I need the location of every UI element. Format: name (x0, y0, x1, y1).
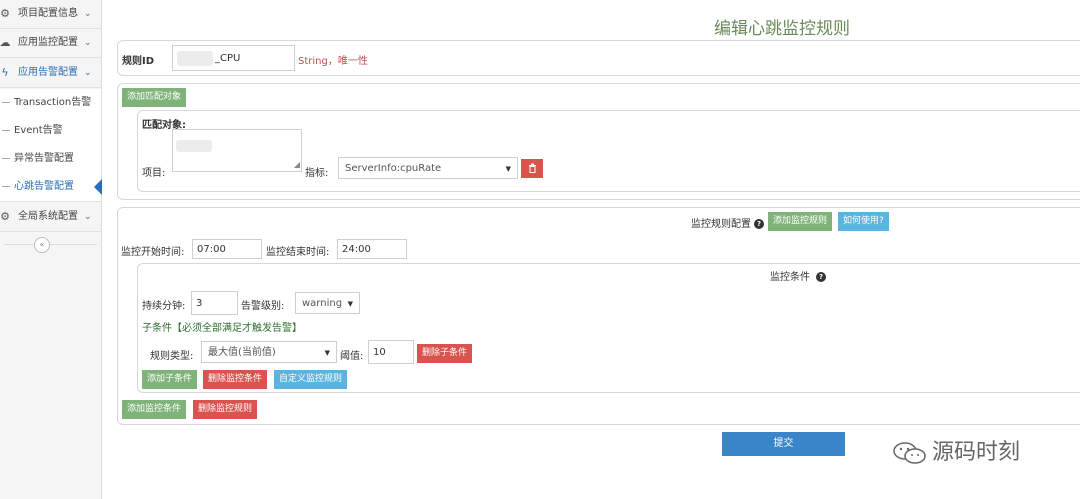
threshold-label: 阈值: (340, 351, 364, 362)
rule-id-label: 规则ID (122, 56, 155, 67)
sidebar-item-label: 全局系统配置 (18, 211, 78, 222)
delete-match-button[interactable] (521, 159, 543, 178)
monitor-config-label: 监控规则配置? (691, 215, 764, 230)
end-time-label: 监控结束时间: (266, 247, 330, 258)
delete-sub-condition-button[interactable]: 删除子条件 (417, 344, 473, 363)
alert-level-select[interactable]: warning ▼ (295, 292, 360, 314)
rule-type-select[interactable]: 最大值(当前值) ▼ (201, 341, 337, 363)
how-to-use-button[interactable]: 如何使用? (838, 212, 889, 231)
sidebar-subitem-label: Event告警 (14, 125, 63, 136)
help-icon[interactable]: ? (816, 272, 826, 282)
chevron-down-icon: ⌄ (84, 38, 92, 48)
sub-condition-label: 子条件【必须全部满足才触发告警】 (142, 323, 302, 334)
sidebar-subitem-label: 心跳告警配置 (14, 181, 74, 192)
rule-type-label: 规则类型: (150, 351, 194, 362)
monitor-condition-title: 监控条件? (770, 268, 826, 283)
sidebar-item-label: 应用监控配置 (18, 37, 78, 48)
sidebar-item-project-config[interactable]: ⚙ 项目配置信息 ⌄ (0, 0, 101, 29)
add-monitor-condition-button[interactable]: 添加监控条件 (122, 400, 187, 419)
metric-select[interactable]: ServerInfo:cpuRate ▼ (338, 157, 518, 179)
delete-monitor-rule-button[interactable]: 删除监控规则 (193, 400, 258, 419)
duration-label: 持续分钟: (142, 301, 186, 312)
cloud-icon: ☁ (0, 36, 11, 49)
rule-id-panel: 规则ID _CPU String，唯一性 (117, 40, 1080, 76)
sidebar-subitem-exception-alert[interactable]: 异常告警配置 (0, 145, 101, 174)
end-time-input[interactable]: 24:00 (337, 239, 407, 259)
submit-button[interactable]: 提交 (722, 432, 845, 456)
metric-label: 指标: (305, 168, 329, 179)
alert-level-label: 告警级别: (241, 301, 285, 312)
rule-id-input[interactable]: _CPU (172, 45, 295, 71)
sidebar-item-label: 项目配置信息 (18, 8, 78, 19)
match-object-box: 匹配对象: 项目: ◢ 指标: ServerInfo:cpuRate ▼ (137, 110, 1080, 192)
divider (4, 244, 97, 245)
chevron-down-icon: ▼ (347, 300, 353, 308)
chevron-down-icon: ⌄ (84, 68, 92, 78)
sidebar-subitem-label: 异常告警配置 (14, 153, 74, 164)
chevron-down-icon: ▼ (324, 349, 330, 357)
sidebar-subitem-event-alert[interactable]: Event告警 (0, 117, 101, 146)
active-marker (94, 179, 102, 195)
sidebar: ⚙ 项目配置信息 ⌄ ☁ 应用监控配置 ⌄ ϟ 应用告警配置 ⌄ Transac… (0, 0, 102, 499)
monitor-condition-box: 监控条件? 持续分钟: 3 告警级别: warning ▼ 子条件【必须全部满足… (137, 263, 1080, 393)
project-label: 项目: (142, 168, 166, 179)
gears-icon: ⚙ (0, 7, 10, 20)
custom-monitor-rule-button[interactable]: 自定义监控规则 (274, 370, 348, 389)
monitor-rule-panel: 监控规则配置? 添加监控规则 如何使用? 监控开始时间: 07:00 监控结束时… (117, 207, 1080, 425)
project-textarea[interactable]: ◢ (172, 129, 302, 172)
add-match-button[interactable]: 添加匹配对象 (122, 88, 187, 107)
add-sub-condition-button[interactable]: 添加子条件 (142, 370, 198, 389)
threshold-input[interactable]: 10 (368, 340, 414, 364)
trash-icon (528, 163, 536, 173)
chevron-down-icon: ⌄ (84, 212, 92, 222)
bolt-icon: ϟ (1, 66, 9, 79)
match-panel: 添加匹配对象 匹配对象: 项目: ◢ 指标: ServerInfo:cpuRat… (117, 83, 1080, 200)
rule-id-value: _CPU (215, 53, 241, 64)
help-icon[interactable]: ? (754, 219, 764, 229)
add-monitor-rule-button[interactable]: 添加监控规则 (768, 212, 833, 231)
sidebar-subitem-transaction-alert[interactable]: Transaction告警 (0, 89, 101, 118)
chevron-down-icon: ▼ (505, 165, 511, 173)
sidebar-subitem-heartbeat-alert[interactable]: 心跳告警配置 (0, 173, 102, 202)
gear-icon: ⚙ (0, 210, 10, 223)
wechat-icon (893, 442, 926, 464)
duration-input[interactable]: 3 (191, 291, 238, 315)
metric-select-value: ServerInfo:cpuRate (345, 163, 442, 174)
sidebar-subitem-label: Transaction告警 (14, 97, 92, 108)
chevron-down-icon: ⌄ (84, 9, 92, 19)
alert-level-value: warning (302, 298, 343, 309)
sidebar-item-app-alert[interactable]: ϟ 应用告警配置 ⌄ (0, 59, 101, 88)
page-title: 编辑心跳监控规则 (714, 19, 850, 39)
sidebar-item-label: 应用告警配置 (18, 67, 78, 78)
rule-id-hint: String，唯一性 (298, 56, 368, 67)
sidebar-item-app-monitor[interactable]: ☁ 应用监控配置 ⌄ (0, 29, 101, 58)
sidebar-item-global-config[interactable]: ⚙ 全局系统配置 ⌄ (0, 203, 101, 232)
watermark-text: 源码时刻 (932, 440, 1021, 465)
delete-monitor-condition-button[interactable]: 删除监控条件 (203, 370, 268, 389)
start-time-label: 监控开始时间: (121, 247, 185, 258)
resize-handle-icon: ◢ (293, 160, 300, 169)
collapse-sidebar-icon[interactable]: « (34, 237, 50, 253)
start-time-input[interactable]: 07:00 (192, 239, 262, 259)
watermark: 源码时刻 (892, 434, 1020, 466)
rule-type-value: 最大值(当前值) (208, 347, 276, 358)
